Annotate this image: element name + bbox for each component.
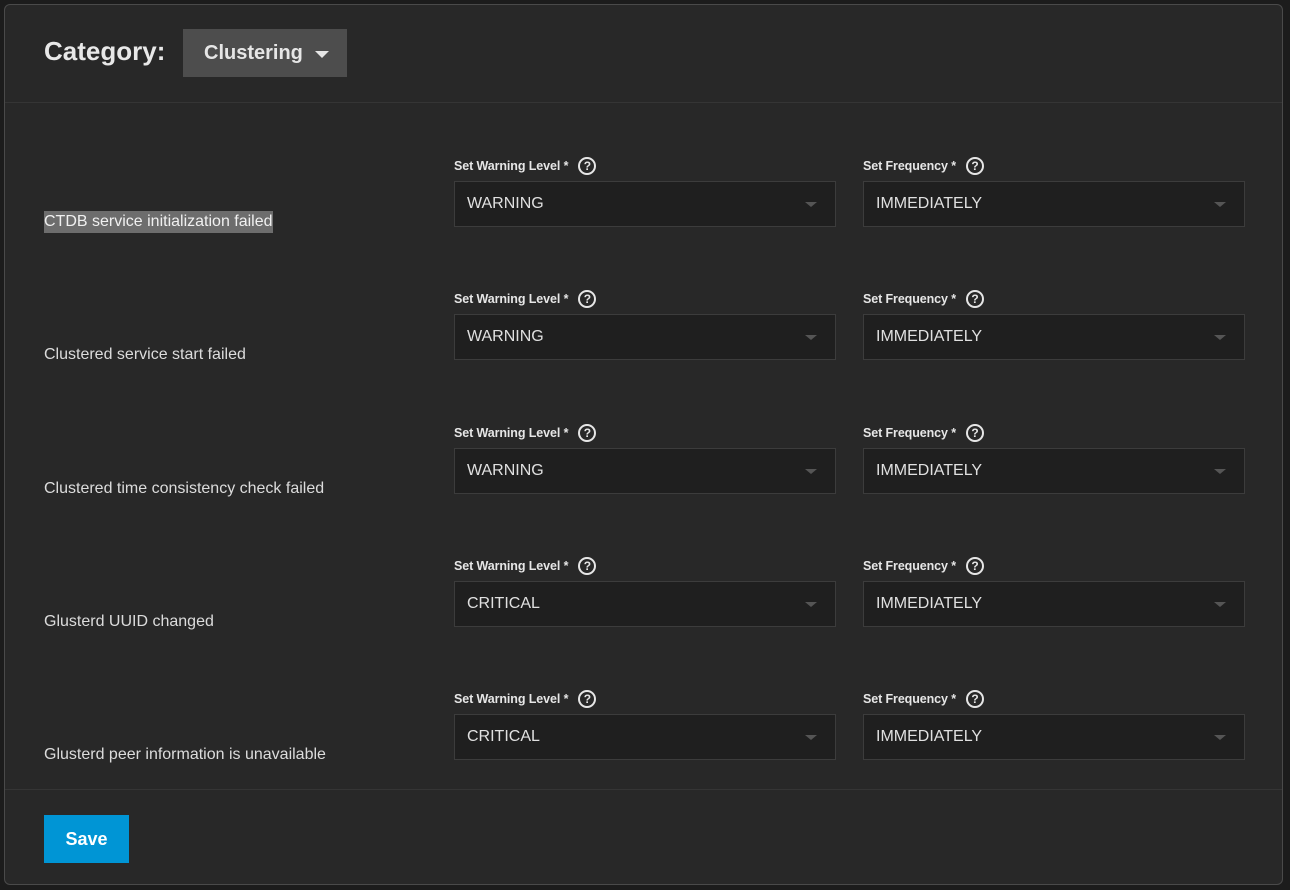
warning-level-value: WARNING: [467, 328, 544, 345]
warning-level-select[interactable]: WARNING: [454, 448, 836, 494]
frequency-label: Set Frequency * ?: [863, 555, 1245, 577]
chevron-down-icon: [805, 335, 817, 340]
frequency-field: Set Frequency * ? IMMEDIATELY: [863, 155, 1245, 227]
form-footer: Save: [5, 789, 1282, 863]
frequency-value: IMMEDIATELY: [876, 728, 983, 745]
alert-name: Glusterd UUID changed: [44, 613, 214, 630]
warning-level-select[interactable]: WARNING: [454, 314, 836, 360]
warning-level-select[interactable]: CRITICAL: [454, 714, 836, 760]
chevron-down-icon: [1214, 469, 1226, 474]
category-select-value: Clustering: [204, 41, 303, 64]
chevron-down-icon: [1214, 335, 1226, 340]
warning-level-field: Set Warning Level * ? WARNING: [454, 288, 836, 360]
warning-level-label: Set Warning Level * ?: [454, 288, 836, 310]
help-circle-icon[interactable]: ?: [578, 424, 597, 442]
alert-row: Glusterd peer information is unavailable…: [5, 688, 1282, 798]
chevron-down-icon: [1214, 602, 1226, 607]
chevron-down-icon: [805, 602, 817, 607]
chevron-down-icon: [805, 202, 817, 207]
help-circle-icon[interactable]: ?: [965, 157, 984, 175]
chevron-down-icon: [314, 51, 329, 58]
frequency-value: IMMEDIATELY: [876, 595, 983, 612]
frequency-value: IMMEDIATELY: [876, 195, 983, 212]
frequency-select[interactable]: IMMEDIATELY: [863, 581, 1245, 627]
frequency-field: Set Frequency * ? IMMEDIATELY: [863, 688, 1245, 760]
warning-level-value: WARNING: [467, 195, 544, 212]
alert-row: CTDB service initialization failed Set W…: [5, 155, 1282, 265]
frequency-select[interactable]: IMMEDIATELY: [863, 314, 1245, 360]
chevron-down-icon: [805, 469, 817, 474]
warning-level-value: CRITICAL: [467, 728, 540, 745]
frequency-label: Set Frequency * ?: [863, 288, 1245, 310]
frequency-field: Set Frequency * ? IMMEDIATELY: [863, 555, 1245, 627]
help-circle-icon[interactable]: ?: [965, 690, 984, 708]
warning-level-select[interactable]: WARNING: [454, 181, 836, 227]
alert-name: Clustered time consistency check failed: [44, 480, 325, 497]
warning-level-field: Set Warning Level * ? WARNING: [454, 155, 836, 227]
alert-row: Clustered service start failed Set Warni…: [5, 288, 1282, 398]
warning-level-select[interactable]: CRITICAL: [454, 581, 836, 627]
alert-name: CTDB service initialization failed: [44, 211, 273, 233]
warning-level-label: Set Warning Level * ?: [454, 155, 836, 177]
category-label: Category:: [44, 36, 166, 66]
frequency-select[interactable]: IMMEDIATELY: [863, 714, 1245, 760]
help-circle-icon[interactable]: ?: [578, 157, 597, 175]
alert-settings-panel: Category: Clustering CTDB service initia…: [4, 4, 1283, 885]
chevron-down-icon: [805, 735, 817, 740]
warning-level-value: WARNING: [467, 462, 544, 479]
frequency-label: Set Frequency * ?: [863, 155, 1245, 177]
help-circle-icon[interactable]: ?: [965, 290, 984, 308]
warning-level-label: Set Warning Level * ?: [454, 688, 836, 710]
warning-level-field: Set Warning Level * ? WARNING: [454, 422, 836, 494]
frequency-label: Set Frequency * ?: [863, 688, 1245, 710]
alert-name: Clustered service start failed: [44, 346, 246, 363]
warning-level-label: Set Warning Level * ?: [454, 555, 836, 577]
category-header: Category: Clustering: [5, 5, 1282, 103]
alert-name: Glusterd peer information is unavailable: [44, 746, 326, 763]
alert-row: Glusterd UUID changed Set Warning Level …: [5, 555, 1282, 665]
chevron-down-icon: [1214, 202, 1226, 207]
frequency-label: Set Frequency * ?: [863, 422, 1245, 444]
help-circle-icon[interactable]: ?: [965, 557, 984, 575]
warning-level-field: Set Warning Level * ? CRITICAL: [454, 688, 836, 760]
help-circle-icon[interactable]: ?: [965, 424, 984, 442]
save-button[interactable]: Save: [44, 815, 129, 863]
warning-level-field: Set Warning Level * ? CRITICAL: [454, 555, 836, 627]
frequency-select[interactable]: IMMEDIATELY: [863, 448, 1245, 494]
alert-row: Clustered time consistency check failed …: [5, 422, 1282, 532]
help-circle-icon[interactable]: ?: [578, 290, 597, 308]
help-circle-icon[interactable]: ?: [578, 690, 597, 708]
frequency-select[interactable]: IMMEDIATELY: [863, 181, 1245, 227]
frequency-value: IMMEDIATELY: [876, 462, 983, 479]
warning-level-label: Set Warning Level * ?: [454, 422, 836, 444]
frequency-field: Set Frequency * ? IMMEDIATELY: [863, 288, 1245, 360]
warning-level-value: CRITICAL: [467, 595, 540, 612]
frequency-value: IMMEDIATELY: [876, 328, 983, 345]
category-select[interactable]: Clustering: [183, 29, 347, 77]
frequency-field: Set Frequency * ? IMMEDIATELY: [863, 422, 1245, 494]
help-circle-icon[interactable]: ?: [578, 557, 597, 575]
chevron-down-icon: [1214, 735, 1226, 740]
